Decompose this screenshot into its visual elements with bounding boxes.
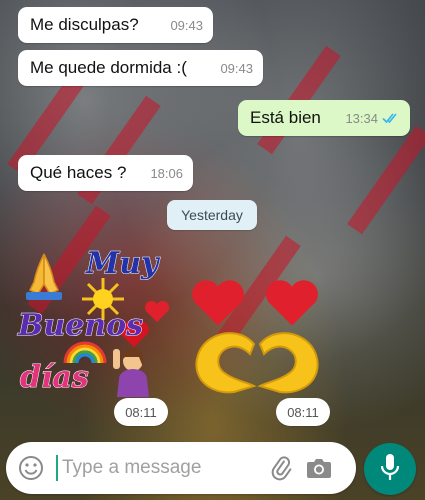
message-bubble-incoming[interactable]: Me disculpas? 09:43 bbox=[18, 7, 213, 43]
message-text: Está bien bbox=[250, 108, 321, 127]
message-time: 18:06 bbox=[150, 165, 183, 181]
sticker-word: Buenos bbox=[18, 308, 144, 344]
text-caret bbox=[56, 455, 58, 481]
red-heart-icon bbox=[264, 278, 320, 335]
smiley-icon[interactable] bbox=[6, 442, 56, 494]
heart-hands-icon bbox=[190, 328, 324, 401]
red-heart-icon bbox=[190, 278, 246, 335]
sticker-word: días bbox=[20, 360, 90, 396]
paperclip-icon[interactable] bbox=[262, 442, 300, 494]
sticker-time: 08:11 bbox=[114, 398, 168, 426]
message-time: 09:43 bbox=[170, 17, 203, 33]
sticker-time: 08:11 bbox=[276, 398, 330, 426]
buenos-dias-sticker[interactable]: Muy Buenos días bbox=[14, 240, 184, 400]
sticker-word: Muy bbox=[85, 246, 159, 282]
woman-raising-hand-icon bbox=[109, 345, 153, 402]
message-bubble-outgoing[interactable]: Está bien 13:34 bbox=[238, 100, 410, 136]
message-time: 13:34 bbox=[345, 110, 378, 126]
microphone-icon bbox=[380, 453, 400, 486]
heart-hands-sticker[interactable] bbox=[186, 276, 326, 398]
message-text: Qué haces ? bbox=[30, 163, 127, 182]
date-divider: Yesterday bbox=[167, 200, 257, 230]
message-input[interactable] bbox=[62, 457, 262, 479]
microphone-button[interactable] bbox=[364, 443, 416, 495]
message-bubble-incoming[interactable]: Me quede dormida :( 09:43 bbox=[18, 50, 263, 86]
message-text: Me disculpas? bbox=[30, 15, 139, 34]
message-bubble-incoming[interactable]: Qué haces ? 18:06 bbox=[18, 155, 193, 191]
message-text: Me quede dormida :( bbox=[30, 58, 187, 77]
message-composer bbox=[6, 442, 356, 494]
camera-icon[interactable] bbox=[300, 442, 338, 494]
message-time: 09:43 bbox=[220, 60, 253, 76]
praying-hands-icon bbox=[22, 250, 66, 307]
read-receipt-icon bbox=[382, 112, 400, 124]
